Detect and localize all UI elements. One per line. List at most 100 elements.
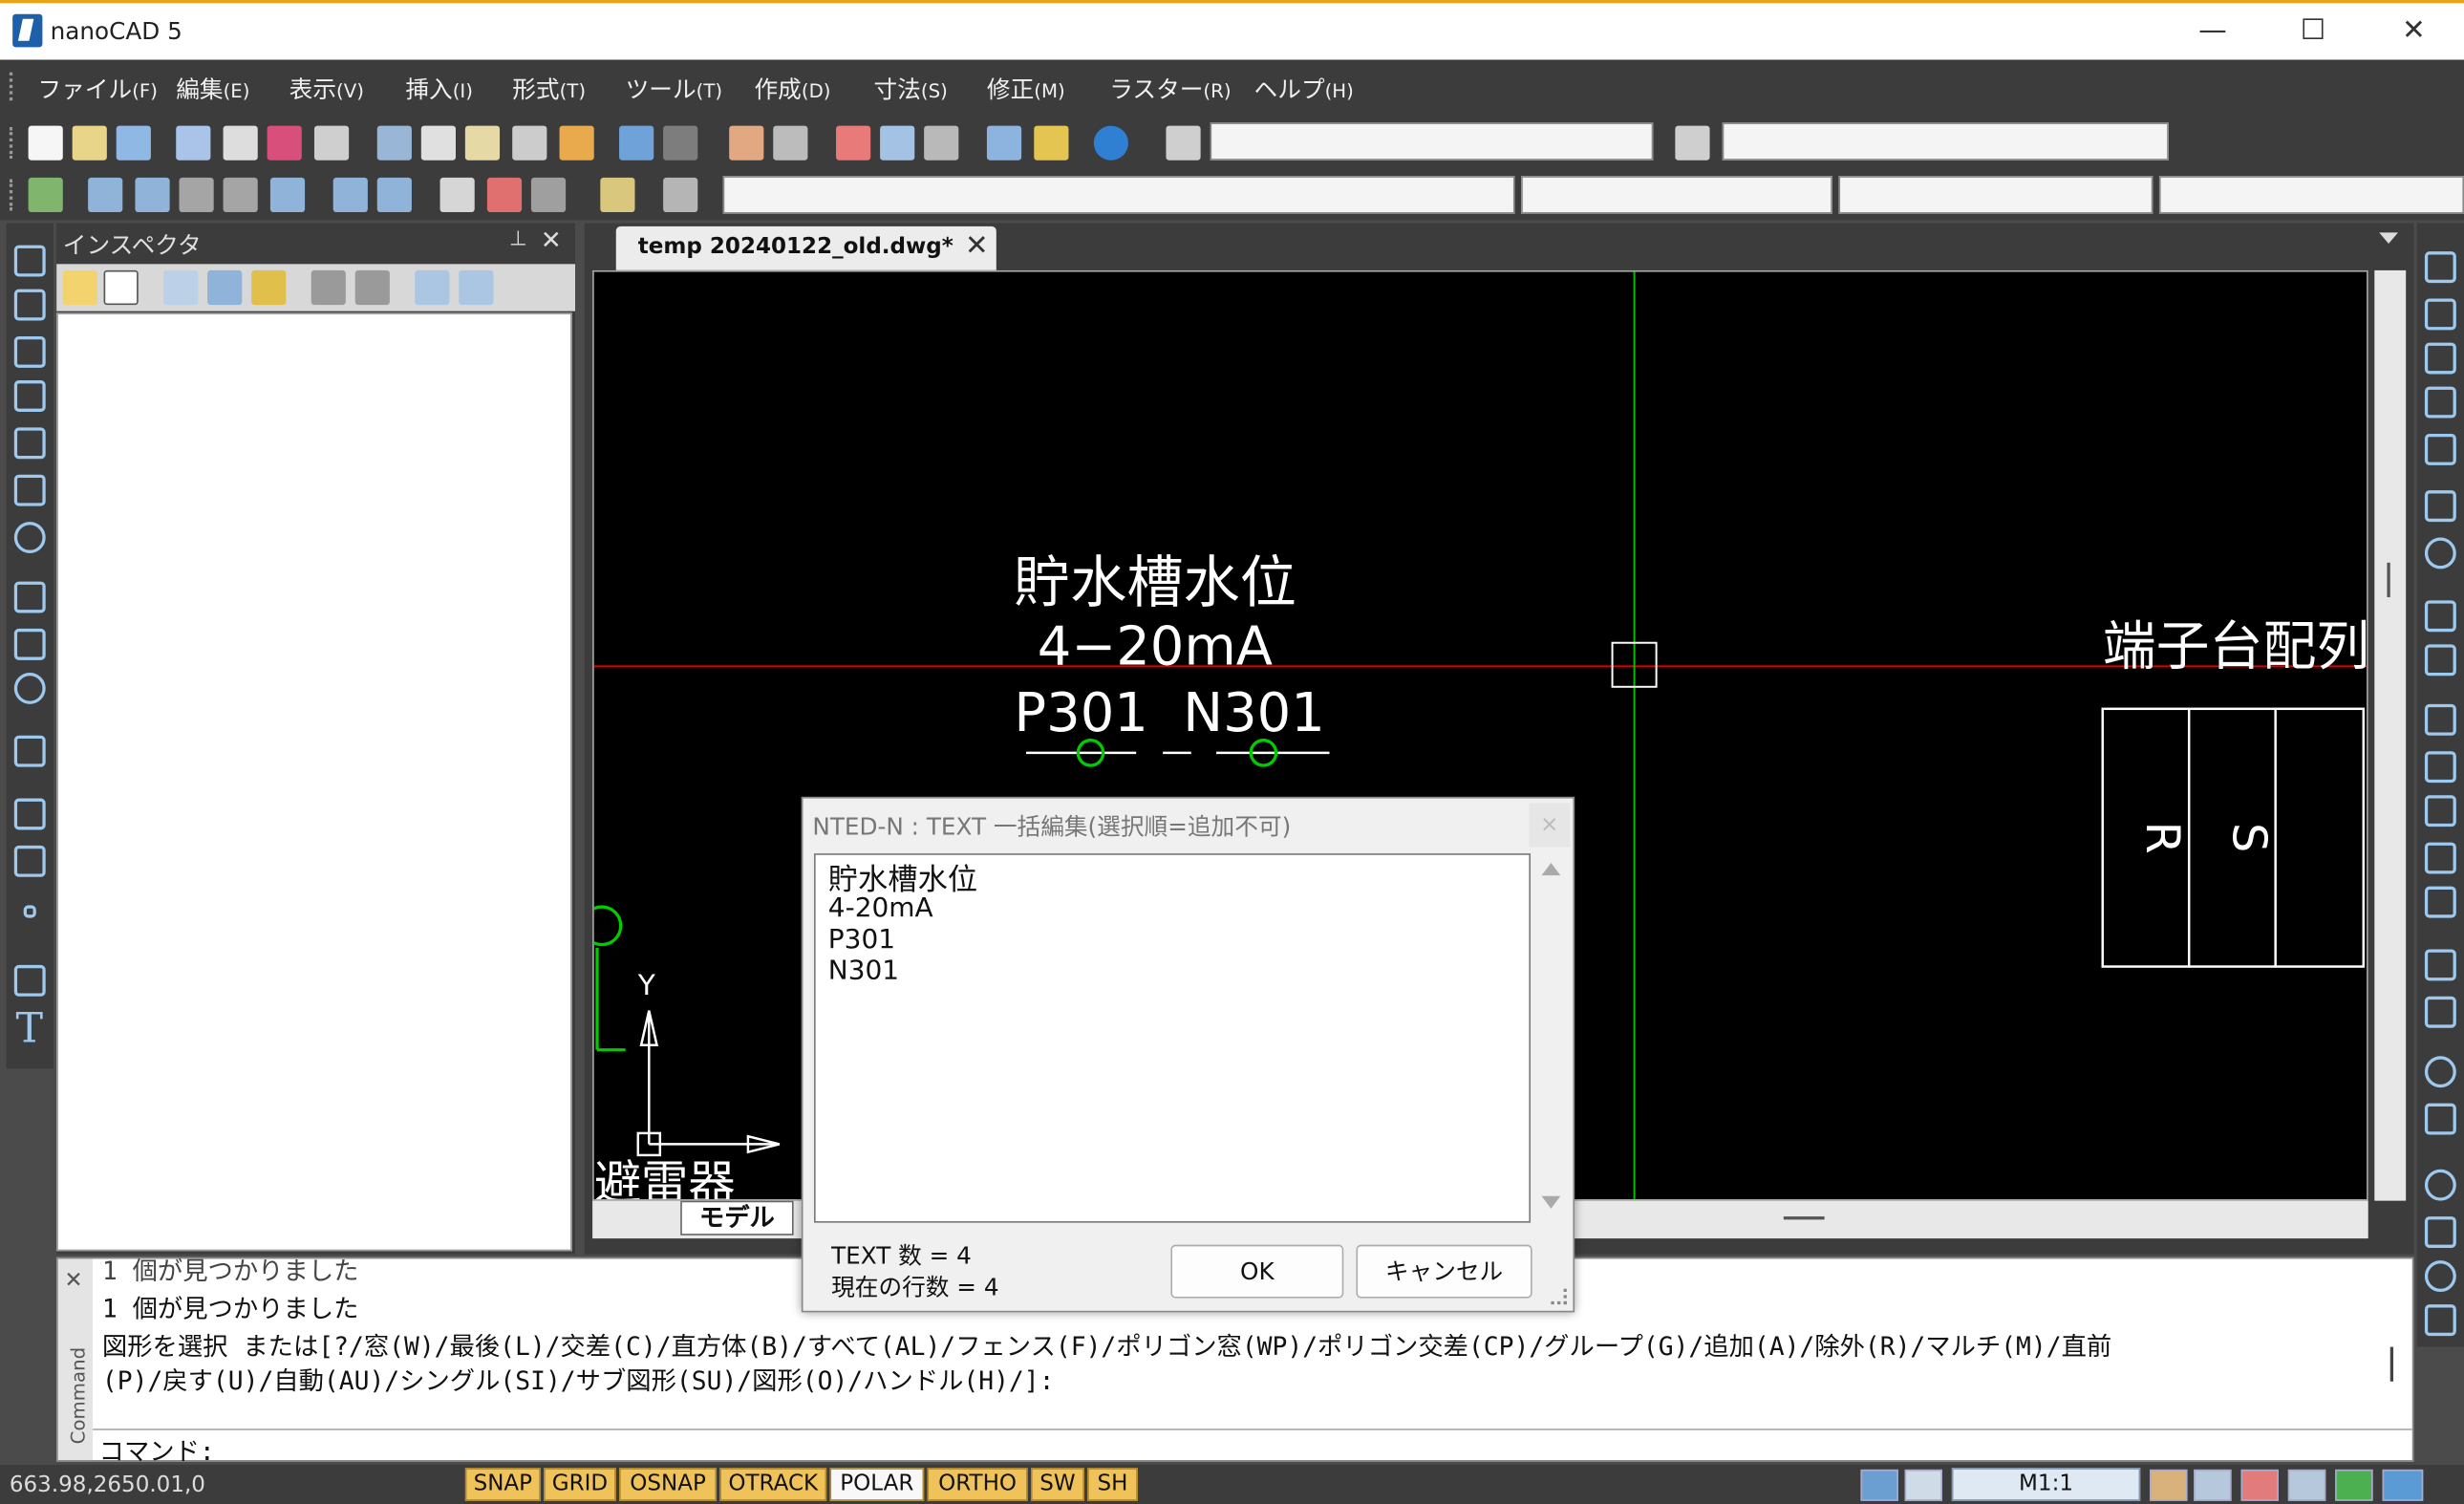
status-pan-icon[interactable]	[2150, 1469, 2188, 1501]
filter-icon[interactable]	[251, 269, 287, 306]
fillet-icon[interactable]	[2424, 996, 2456, 1028]
menu-format[interactable]: 形式(T)	[512, 73, 586, 106]
mirror-icon[interactable]	[2424, 342, 2456, 375]
clipboard-icon[interactable]	[600, 177, 635, 213]
stretch-icon[interactable]	[2424, 644, 2456, 677]
zoom-window-icon[interactable]	[836, 125, 871, 161]
model-space-icon[interactable]	[1860, 1469, 1898, 1501]
cancel-button[interactable]: キャンセル	[1356, 1244, 1532, 1299]
extend-icon[interactable]	[2424, 751, 2456, 784]
properties-icon[interactable]	[530, 177, 567, 213]
dialog-scrollbar[interactable]	[1532, 853, 1571, 1223]
menu-draw[interactable]: 作成(D)	[755, 73, 831, 106]
snap-node-icon[interactable]	[223, 177, 258, 213]
menu-edit[interactable]: 編集(E)	[176, 73, 249, 106]
rectangle-icon[interactable]	[13, 427, 46, 460]
snap-nearest-icon[interactable]	[376, 177, 412, 213]
point-icon[interactable]	[23, 905, 36, 918]
settings-icon[interactable]	[663, 177, 698, 213]
fullscreen-icon[interactable]	[2382, 1469, 2424, 1501]
plot-icon[interactable]	[267, 125, 302, 161]
toolbar-grip[interactable]	[9, 127, 14, 160]
copy-object-icon[interactable]	[2424, 298, 2456, 331]
edit-block-icon[interactable]	[2424, 1103, 2456, 1135]
horizontal-scroll-thumb[interactable]	[1783, 1216, 1825, 1220]
polar-toggle[interactable]: POLAR	[829, 1468, 925, 1501]
insert-block-icon[interactable]	[13, 798, 46, 830]
text-icon[interactable]: T	[15, 1006, 43, 1053]
region-icon[interactable]	[2424, 1304, 2456, 1337]
command-input[interactable]: コマンド:	[93, 1429, 2412, 1467]
annotation-scale[interactable]: M1:1	[1951, 1468, 2141, 1501]
snap-endpoint-icon[interactable]	[88, 177, 123, 213]
menu-dimension[interactable]: 寸法(S)	[874, 73, 948, 106]
single-select-icon[interactable]	[103, 269, 139, 306]
intersect-icon[interactable]	[2424, 1260, 2456, 1293]
snap-center-icon[interactable]	[179, 177, 214, 213]
menubar-grip[interactable]	[9, 72, 14, 101]
polyline-icon[interactable]	[13, 335, 46, 368]
lengthen-icon[interactable]	[2424, 886, 2456, 918]
linetype-select[interactable]	[1838, 176, 2153, 214]
sh-toggle[interactable]: SH	[1087, 1468, 1138, 1501]
zoom-extents-icon[interactable]	[924, 125, 959, 161]
paste-icon[interactable]	[464, 125, 501, 161]
text-style-select[interactable]	[1210, 122, 1654, 161]
grid-display-icon[interactable]	[1904, 1469, 1942, 1501]
maximize-button[interactable]: ☐	[2263, 3, 2364, 59]
rotate-icon[interactable]	[2424, 537, 2456, 569]
color-select[interactable]	[1521, 176, 1832, 214]
text-style-icon[interactable]	[1166, 125, 1201, 161]
undo-icon[interactable]	[619, 125, 654, 161]
dialog-close-button[interactable]: ×	[1529, 803, 1571, 848]
quick-select-icon[interactable]	[207, 269, 243, 306]
menu-raster[interactable]: ラスター(R)	[1109, 73, 1231, 106]
print-icon[interactable]	[313, 125, 350, 161]
explode-icon[interactable]	[2424, 1056, 2456, 1088]
arc-icon[interactable]	[13, 474, 46, 506]
command-window-handle[interactable]: ✕ Command	[57, 1258, 94, 1461]
command-scroll-thumb[interactable]	[2389, 1346, 2394, 1382]
resize-grip-icon[interactable]	[1551, 1288, 1567, 1305]
close-window-button[interactable]: ✕	[2364, 3, 2464, 59]
import-icon[interactable]	[354, 269, 390, 306]
measure-tool-icon[interactable]	[1034, 125, 1069, 161]
zoom-realtime-icon[interactable]	[773, 125, 808, 161]
document-tab-close-button[interactable]: ✕	[965, 229, 989, 263]
pickadd-icon[interactable]	[62, 269, 97, 306]
spline-icon[interactable]	[13, 628, 46, 660]
menu-file[interactable]: ファイル(F)	[37, 73, 157, 106]
osnap-toggle[interactable]: OSNAP	[619, 1468, 718, 1501]
copy-icon[interactable]	[420, 125, 456, 161]
zoom-previous-icon[interactable]	[880, 125, 915, 161]
inspector-close-button[interactable]: ✕	[541, 225, 562, 254]
dimension-style-icon[interactable]	[1675, 125, 1710, 161]
export-icon[interactable]	[311, 269, 346, 306]
minimize-button[interactable]: —	[2162, 3, 2262, 59]
match-properties-icon[interactable]	[559, 125, 594, 161]
open-file-icon[interactable]	[72, 125, 107, 161]
pin-icon[interactable]: ⊥	[509, 227, 527, 251]
offset-icon[interactable]	[2424, 386, 2456, 419]
move-icon[interactable]	[2424, 490, 2456, 523]
chamfer-icon[interactable]	[2424, 949, 2456, 981]
redo-icon[interactable]	[663, 125, 698, 161]
layer-manager-icon[interactable]	[28, 177, 63, 213]
paste-special-icon[interactable]	[512, 125, 547, 161]
scale-icon[interactable]	[2424, 600, 2456, 633]
scroll-down-icon[interactable]	[1541, 1195, 1561, 1209]
menu-insert[interactable]: 挿入(I)	[405, 73, 473, 106]
erase-icon[interactable]	[2424, 251, 2456, 284]
save-icon[interactable]	[116, 125, 151, 161]
snap-toggle[interactable]: SNAP	[464, 1468, 541, 1501]
status-zoom-icon[interactable]	[2194, 1469, 2232, 1501]
menu-view[interactable]: 表示(V)	[289, 73, 364, 106]
line-icon[interactable]	[13, 245, 46, 277]
snap-perpendicular-icon[interactable]	[269, 177, 306, 213]
hatch-icon[interactable]	[13, 735, 46, 767]
menu-modify[interactable]: 修正(M)	[987, 73, 1065, 106]
canvas-vertical-scrollbar[interactable]	[2374, 269, 2407, 1201]
lineweight-select[interactable]	[2158, 176, 2464, 214]
layer-select[interactable]	[722, 176, 1515, 214]
polygon-icon[interactable]	[13, 380, 46, 412]
